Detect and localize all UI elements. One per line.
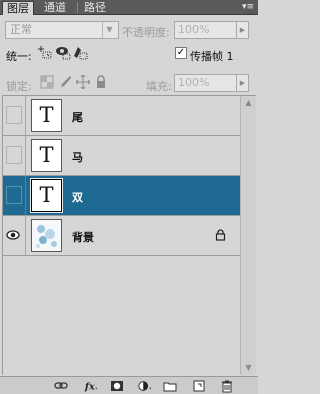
column-divider — [25, 96, 26, 135]
visibility-toggle[interactable] — [6, 106, 22, 124]
opacity-input[interactable]: 100% — [174, 21, 237, 39]
blend-mode-select[interactable]: 正常 ▼ — [5, 21, 119, 39]
layers-bottom-toolbar: fx — [0, 376, 258, 394]
lock-position-icon[interactable] — [76, 75, 90, 89]
layer-list-scrollbar[interactable]: ▲ ▼ — [240, 96, 256, 375]
layer-name[interactable]: 双 — [72, 189, 83, 205]
fill-label: 填充: — [146, 80, 172, 93]
new-layer-icon[interactable] — [192, 379, 206, 393]
panel-tab-bar: 图层 通道 路径 ▾≡ — [0, 0, 258, 15]
layer-row-wei[interactable]: T 尾 — [3, 96, 241, 136]
unify-visibility-icon[interactable] — [55, 45, 71, 60]
layer-row-background[interactable]: 背景 — [3, 216, 241, 256]
layer-thumbnail: T — [31, 139, 62, 172]
lock-transparent-icon[interactable] — [40, 75, 54, 89]
scroll-up-arrow-icon[interactable]: ▲ — [241, 96, 256, 110]
unify-position-icon[interactable] — [38, 45, 54, 60]
column-divider — [25, 216, 26, 255]
fill-slider-arrow-icon[interactable]: ▶ — [237, 74, 249, 92]
propagate-frame-checkbox[interactable]: ✓ — [175, 47, 187, 59]
layer-name[interactable]: 马 — [72, 149, 83, 165]
layer-thumbnail: T — [30, 178, 63, 213]
link-layers-icon[interactable] — [54, 379, 68, 393]
tab-layers[interactable]: 图层 — [2, 1, 34, 15]
layer-thumbnail — [31, 219, 62, 252]
unify-label: 统一: — [6, 50, 32, 63]
text-layer-icon: T — [39, 183, 54, 207]
layer-row-shuang[interactable]: T 双 — [3, 176, 241, 216]
layer-list: T 尾 T 马 T 双 背景 — [2, 95, 256, 375]
blend-mode-value: 正常 — [10, 23, 32, 36]
visibility-toggle[interactable] — [6, 186, 22, 204]
column-divider — [25, 136, 26, 175]
tab-paths[interactable]: 路径 — [80, 1, 110, 15]
layer-thumbnail: T — [31, 99, 62, 132]
delete-layer-icon[interactable] — [220, 379, 234, 393]
text-layer-icon: T — [39, 143, 54, 167]
new-group-icon[interactable] — [163, 379, 177, 393]
tab-channels[interactable]: 通道 — [40, 1, 70, 15]
lock-label: 锁定: — [6, 80, 32, 93]
add-mask-icon[interactable] — [110, 379, 124, 393]
opacity-label: 不透明度: — [122, 26, 170, 39]
scroll-down-arrow-icon[interactable]: ▼ — [241, 361, 256, 375]
fx-icon[interactable]: fx — [84, 379, 98, 393]
adjustment-layer-icon[interactable] — [138, 379, 152, 393]
unify-style-icon[interactable] — [72, 45, 88, 60]
lock-icon — [215, 229, 226, 241]
panel-menu-icon[interactable]: ▾≡ — [242, 2, 254, 12]
visibility-toggle[interactable] — [6, 146, 22, 164]
chevron-down-icon: ▼ — [102, 22, 116, 38]
opacity-slider-arrow-icon[interactable]: ▶ — [237, 21, 249, 39]
tab-divider — [77, 2, 78, 13]
lock-all-icon[interactable] — [94, 75, 108, 89]
lock-pixels-icon[interactable] — [58, 75, 72, 89]
propagate-frame-label: 传播帧 1 — [190, 50, 234, 63]
svg-text:fx: fx — [84, 382, 95, 393]
column-divider — [25, 176, 26, 215]
text-layer-icon: T — [39, 103, 54, 127]
eye-icon[interactable] — [6, 228, 20, 242]
layer-name[interactable]: 背景 — [72, 229, 94, 245]
layer-row-ma[interactable]: T 马 — [3, 136, 241, 176]
background-image-thumbnail — [32, 220, 61, 251]
layer-name[interactable]: 尾 — [72, 109, 83, 125]
fill-input[interactable]: 100% — [174, 74, 237, 92]
